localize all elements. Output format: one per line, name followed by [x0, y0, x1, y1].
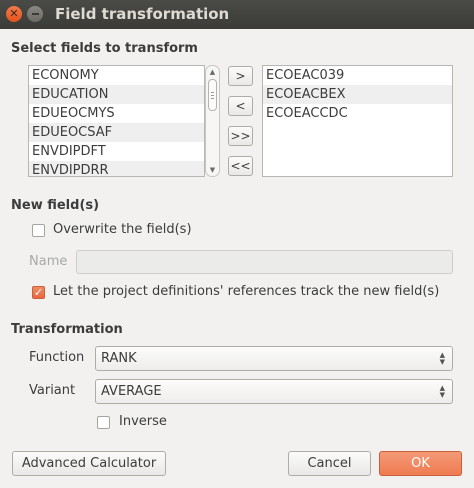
available-fields-scrollbar[interactable]: ▲ ▼ [205, 65, 220, 177]
add-field-button[interactable]: > [228, 66, 253, 86]
function-select[interactable]: RANK ▲ ▼ [95, 346, 453, 371]
function-label: Function [29, 350, 85, 365]
scrollbar-thumb[interactable] [208, 79, 217, 111]
list-item[interactable]: ENVDIPDRR [29, 161, 204, 176]
available-fields-list[interactable]: ECONOMY EDUCATION EDUEOCMYS EDUEOCSAF EN… [28, 65, 205, 177]
transformation-heading: Transformation [11, 322, 123, 337]
advanced-calculator-button[interactable]: Advanced Calculator [12, 451, 166, 476]
list-item[interactable]: ECOEAC039 [263, 66, 452, 85]
window-title: Field transformation [55, 5, 230, 23]
overwrite-label: Overwrite the field(s) [53, 222, 192, 237]
list-item[interactable]: ENVDIPDFT [29, 142, 204, 161]
scroll-up-arrow-icon[interactable]: ▲ [206, 67, 219, 77]
inverse-label: Inverse [119, 414, 167, 429]
ok-button[interactable]: OK [379, 451, 462, 476]
spin-arrows-icon: ▲ ▼ [439, 384, 445, 399]
list-item[interactable]: ECOEACCDC [263, 104, 452, 123]
new-fields-heading: New field(s) [11, 198, 100, 213]
overwrite-checkbox[interactable] [32, 224, 45, 237]
variant-label: Variant [29, 383, 76, 398]
name-field[interactable] [76, 250, 453, 274]
cancel-button[interactable]: Cancel [288, 451, 371, 476]
remove-field-button[interactable]: < [228, 96, 253, 116]
list-item[interactable]: EDUEOCMYS [29, 104, 204, 123]
scroll-down-arrow-icon[interactable]: ▼ [206, 165, 219, 175]
inverse-checkbox[interactable] [97, 416, 110, 429]
spin-arrows-icon: ▲ ▼ [439, 351, 445, 366]
track-references-checkbox[interactable]: ✓ [32, 286, 45, 299]
variant-value: AVERAGE [101, 384, 162, 399]
list-item[interactable]: ECOEACBEX [263, 85, 452, 104]
field-transformation-dialog: ✕ Field transformation Select fields to … [0, 0, 474, 488]
list-item[interactable]: ECONOMY [29, 66, 204, 85]
list-item[interactable]: EDUCATION [29, 85, 204, 104]
minimize-icon[interactable] [27, 6, 43, 22]
variant-select[interactable]: AVERAGE ▲ ▼ [95, 379, 453, 404]
select-fields-heading: Select fields to transform [11, 41, 198, 56]
function-value: RANK [101, 351, 137, 366]
title-bar: ✕ Field transformation [0, 0, 474, 29]
selected-fields-list[interactable]: ECOEAC039 ECOEACBEX ECOEACCDC [262, 65, 453, 177]
list-item[interactable]: EDUEOCSAF [29, 123, 204, 142]
add-all-fields-button[interactable]: >> [228, 126, 253, 146]
track-references-label: Let the project definitions' references … [53, 284, 440, 299]
name-label: Name [29, 254, 68, 269]
close-icon[interactable]: ✕ [6, 6, 22, 22]
remove-all-fields-button[interactable]: << [228, 156, 253, 176]
